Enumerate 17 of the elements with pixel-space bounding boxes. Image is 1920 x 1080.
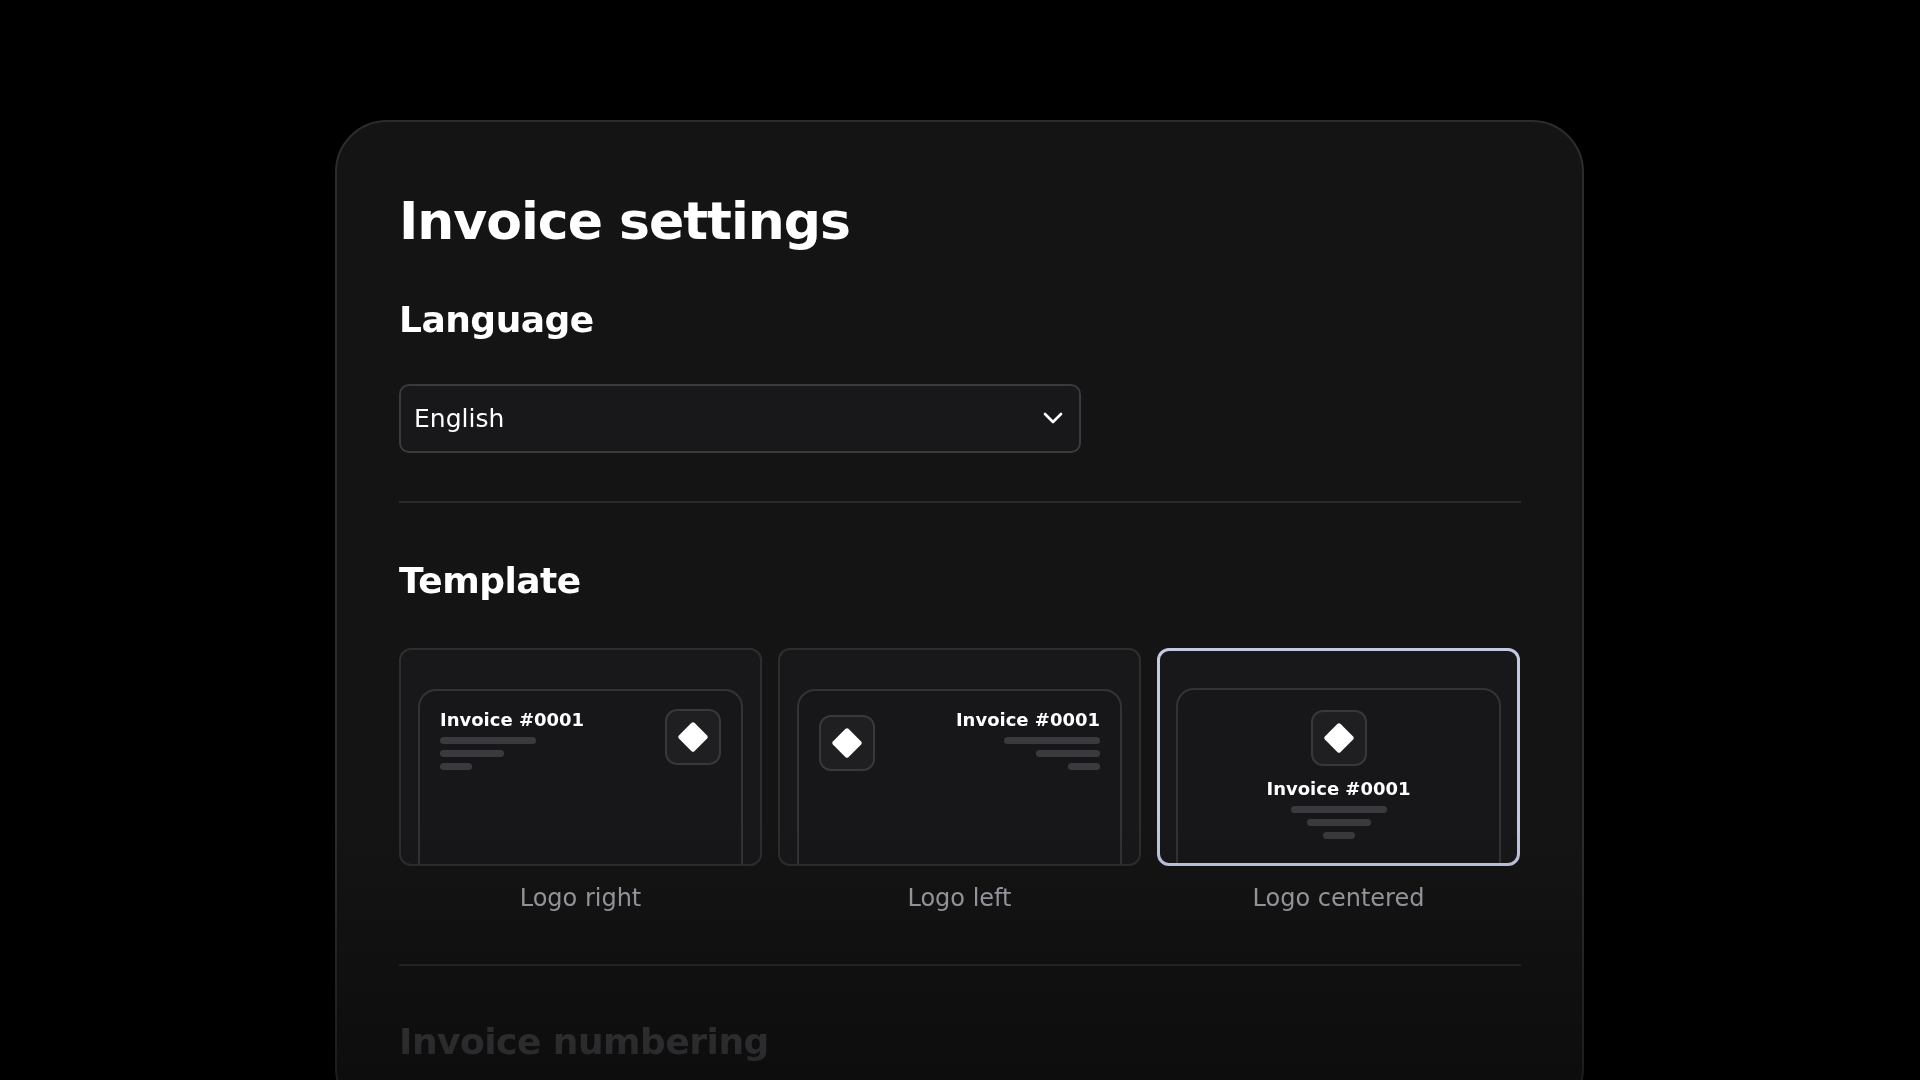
template-label: Logo centered [1252, 883, 1425, 912]
template-label: Logo left [907, 883, 1012, 912]
template-option[interactable]: Invoice #0001 [399, 647, 762, 866]
diamond-logo-icon [819, 714, 875, 771]
page-title: Invoice settings [399, 190, 851, 253]
invoice-number: Invoice #0001 [440, 708, 585, 730]
template-option[interactable]: Invoice #0001 [778, 647, 1141, 866]
template-label: Logo right [519, 883, 642, 912]
chevron-down-icon [1043, 412, 1063, 425]
template-option[interactable]: Invoice #0001 [1157, 647, 1520, 866]
language-select[interactable]: English [399, 383, 1081, 453]
diamond-logo-icon [1310, 709, 1367, 766]
diamond-logo-icon [665, 708, 721, 765]
invoice-number: Invoice #0001 [1266, 777, 1411, 799]
section-heading: Template [399, 558, 582, 602]
section-heading: Language [399, 298, 595, 342]
invoice-number: Invoice #0001 [955, 708, 1100, 730]
